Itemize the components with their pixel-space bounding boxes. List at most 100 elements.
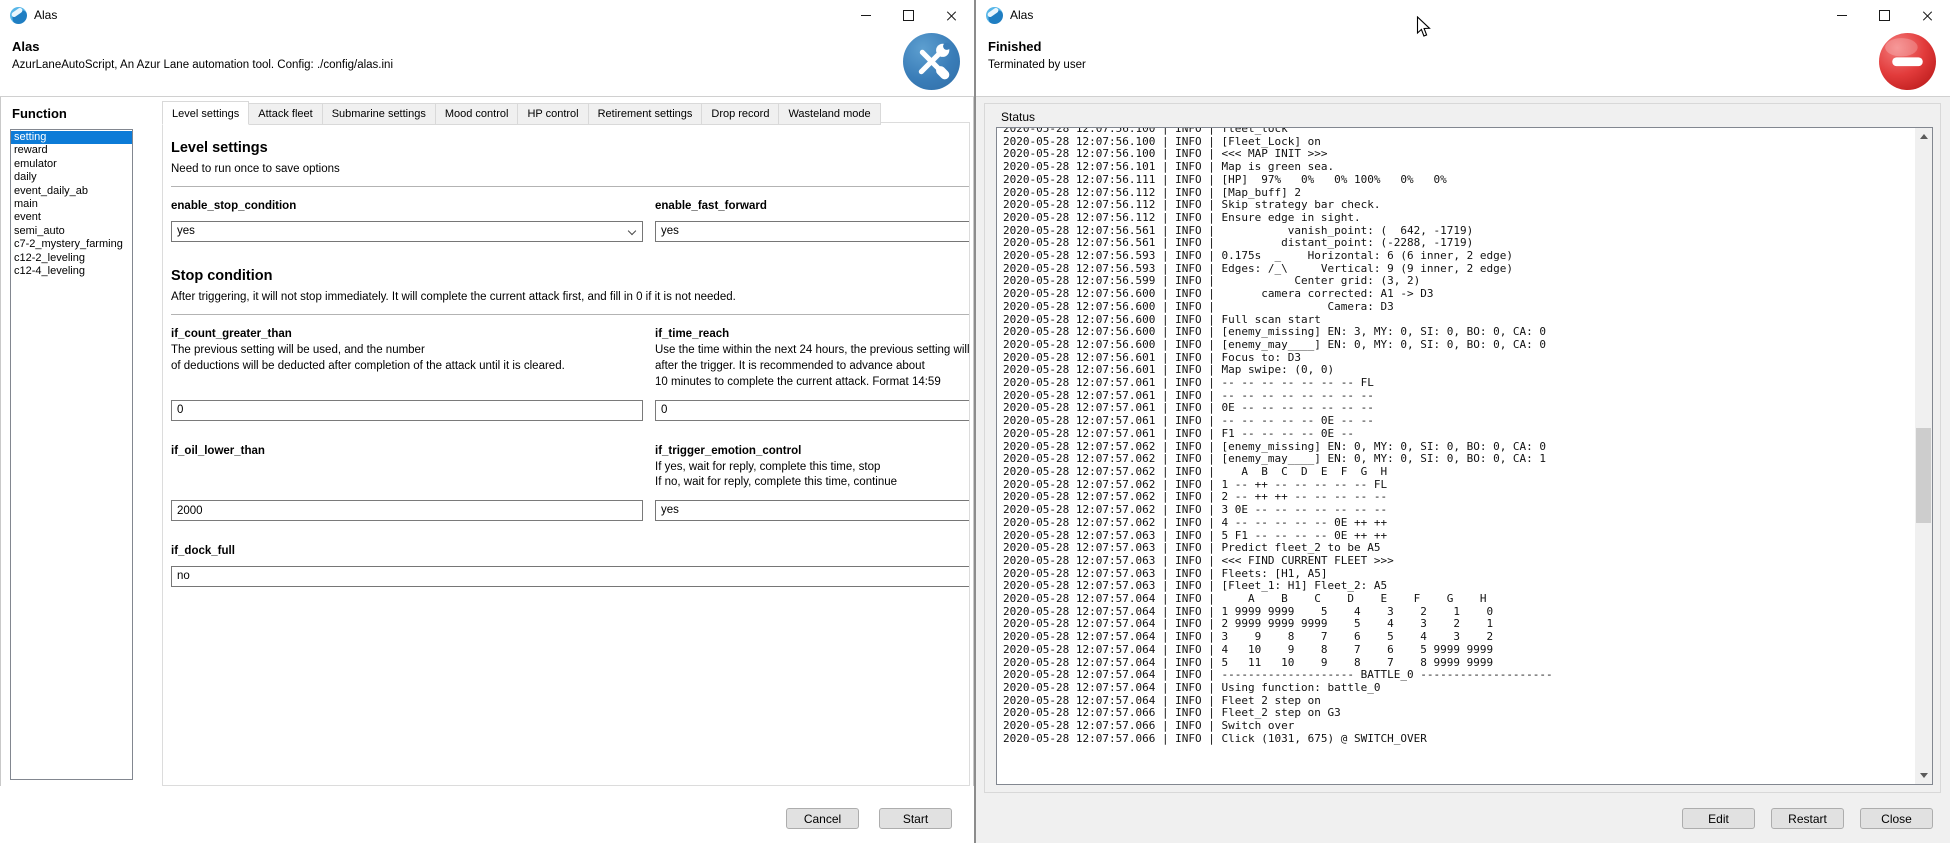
tab[interactable]: Wasteland mode xyxy=(779,103,880,125)
if_oil_lower_than-input[interactable] xyxy=(171,500,643,521)
tab[interactable]: HP control xyxy=(518,103,588,125)
titlebar[interactable]: Alas xyxy=(0,0,974,30)
stop-remove-icon xyxy=(1879,33,1936,90)
log-line: 2020-05-28 12:07:56.593 | INFO | 0.175s … xyxy=(1003,250,1914,263)
status-body: Status 2020-05-28 12:07:56.100 | INFO | … xyxy=(976,97,1950,843)
chevron-down-icon xyxy=(628,227,636,235)
field-label-enable_stop_condition: enable_stop_condition xyxy=(171,200,643,212)
left-footer: Cancel Start xyxy=(0,786,974,843)
tab[interactable]: Mood control xyxy=(436,103,519,125)
field-label-if_count_greater_than: if_count_greater_than The previous setti… xyxy=(171,328,643,391)
scroll-down-button[interactable] xyxy=(1915,767,1932,784)
field-label-if_oil_lower_than: if_oil_lower_than xyxy=(171,445,643,492)
field-label-if_trigger_emotion_control: if_trigger_emotion_control If yes, wait … xyxy=(655,445,970,492)
divider xyxy=(171,186,970,187)
close-button[interactable] xyxy=(1906,1,1949,30)
window-controls xyxy=(1820,1,1949,30)
log-line: 2020-05-28 12:07:57.063 | INFO | Predict… xyxy=(1003,542,1914,555)
sidebar-item[interactable]: c12-4_leveling xyxy=(11,265,132,278)
log-output[interactable]: 2020-05-28 12:07:56.100 | INFO | fleet_l… xyxy=(996,127,1933,785)
sidebar-item[interactable]: event xyxy=(11,211,132,224)
if_trigger_emotion_control-select[interactable]: yes xyxy=(655,500,970,521)
close-window-button[interactable]: Close xyxy=(1860,808,1933,829)
wrench-tools-icon xyxy=(903,33,960,90)
sidebar-item[interactable]: semi_auto xyxy=(11,225,132,238)
app-title: Alas xyxy=(12,39,39,54)
section-level-settings: Level settings Need to run once to save … xyxy=(171,140,970,187)
combo-value: yes xyxy=(661,504,679,516)
start-button[interactable]: Start xyxy=(879,808,952,829)
maximize-button[interactable] xyxy=(1863,1,1906,30)
close-icon xyxy=(946,10,957,21)
log-line: 2020-05-28 12:07:57.064 | INFO | A B C D… xyxy=(1003,593,1914,606)
sidebar-item[interactable]: setting xyxy=(11,131,132,144)
tab[interactable]: Level settings xyxy=(162,101,249,125)
field-cell: no xyxy=(171,566,970,587)
log-line: 2020-05-28 12:07:57.066 | INFO | Switch … xyxy=(1003,720,1914,733)
divider xyxy=(171,314,970,315)
alas-logo-icon xyxy=(986,7,1003,24)
combo-value: yes xyxy=(661,225,679,237)
if_time_reach-input[interactable] xyxy=(655,400,970,421)
scroll-up-button[interactable] xyxy=(1915,128,1932,145)
sidebar-item[interactable]: main xyxy=(11,198,132,211)
log-line: 2020-05-28 12:07:57.061 | INFO | F1 -- -… xyxy=(1003,428,1914,441)
alas-logo-icon xyxy=(10,7,27,24)
log-line: 2020-05-28 12:07:56.101 | INFO | Map is … xyxy=(1003,161,1914,174)
sidebar-item[interactable]: reward xyxy=(11,144,132,157)
minimize-button[interactable] xyxy=(844,1,887,30)
field-cell: yes xyxy=(171,221,643,242)
if_count_greater_than-input[interactable] xyxy=(171,400,643,421)
window-title: Alas xyxy=(34,8,57,22)
sidebar-item[interactable]: emulator xyxy=(11,158,132,171)
tab[interactable]: Drop record xyxy=(702,103,779,125)
log-scrollbar[interactable] xyxy=(1915,128,1932,784)
titlebar[interactable]: Alas xyxy=(976,0,1950,30)
field-label-text: if_count_greater_than xyxy=(171,328,292,340)
field-label-if_dock_full: if_dock_full xyxy=(171,545,643,557)
log-line: 2020-05-28 12:07:56.600 | INFO | [enemy_… xyxy=(1003,339,1914,352)
log-line: 2020-05-28 12:07:57.061 | INFO | -- -- -… xyxy=(1003,377,1914,390)
log-line: 2020-05-28 12:07:56.600 | INFO | camera … xyxy=(1003,288,1914,301)
scrollbar-thumb[interactable] xyxy=(1916,428,1931,523)
spacer xyxy=(655,521,970,557)
field-cell xyxy=(171,500,643,521)
minimize-icon xyxy=(861,15,871,16)
field-cell xyxy=(655,400,970,421)
tab[interactable]: Retirement settings xyxy=(589,103,703,125)
window-controls xyxy=(844,1,973,30)
cancel-button[interactable]: Cancel xyxy=(786,808,859,829)
tab[interactable]: Submarine settings xyxy=(323,103,436,125)
maximize-button[interactable] xyxy=(887,1,930,30)
field-label-enable_fast_forward: enable_fast_forward xyxy=(655,200,970,212)
minimize-button[interactable] xyxy=(1820,1,1863,30)
log-line: 2020-05-28 12:07:57.066 | INFO | Click (… xyxy=(1003,733,1914,746)
maximize-icon xyxy=(1879,10,1890,21)
log-line: 2020-05-28 12:07:57.063 | INFO | <<< FIN… xyxy=(1003,555,1914,568)
enable_fast_forward-select[interactable]: yes xyxy=(655,221,970,242)
sidebar-item[interactable]: daily xyxy=(11,171,132,184)
alas-status-window: Alas Finished Terminated by user Status … xyxy=(975,0,1950,843)
status-group-label: Status xyxy=(1001,110,1035,124)
section-note: Need to run once to save options xyxy=(171,163,970,175)
sidebar-item[interactable]: event_daily_ab xyxy=(11,185,132,198)
restart-button[interactable]: Restart xyxy=(1771,808,1844,829)
field-cell xyxy=(171,400,643,421)
log-lines: 2020-05-28 12:07:56.100 | INFO | fleet_l… xyxy=(1003,127,1914,745)
sidebar-item[interactable]: c7-2_mystery_farming xyxy=(11,238,132,251)
field-label-text: if_trigger_emotion_control xyxy=(655,445,801,457)
sidebar-item[interactable]: c12-2_leveling xyxy=(11,252,132,265)
enable_stop_condition-select[interactable]: yes xyxy=(171,221,643,242)
field-description: If yes, wait for reply, complete this ti… xyxy=(655,460,970,492)
status-group: Status 2020-05-28 12:07:56.100 | INFO | … xyxy=(984,103,1941,793)
edit-button[interactable]: Edit xyxy=(1682,808,1755,829)
combo-value: yes xyxy=(177,225,195,237)
log-line: 2020-05-28 12:07:57.064 | INFO | Using f… xyxy=(1003,682,1914,695)
app-subtitle: AzurLaneAutoScript, An Azur Lane automat… xyxy=(12,59,393,71)
if_dock_full-select[interactable]: no xyxy=(171,566,970,587)
section-title: Stop condition xyxy=(171,268,970,284)
maximize-icon xyxy=(903,10,914,21)
tab[interactable]: Attack fleet xyxy=(249,103,322,125)
function-listbox[interactable]: settingrewardemulatordailyevent_daily_ab… xyxy=(10,129,133,780)
close-button[interactable] xyxy=(930,1,973,30)
